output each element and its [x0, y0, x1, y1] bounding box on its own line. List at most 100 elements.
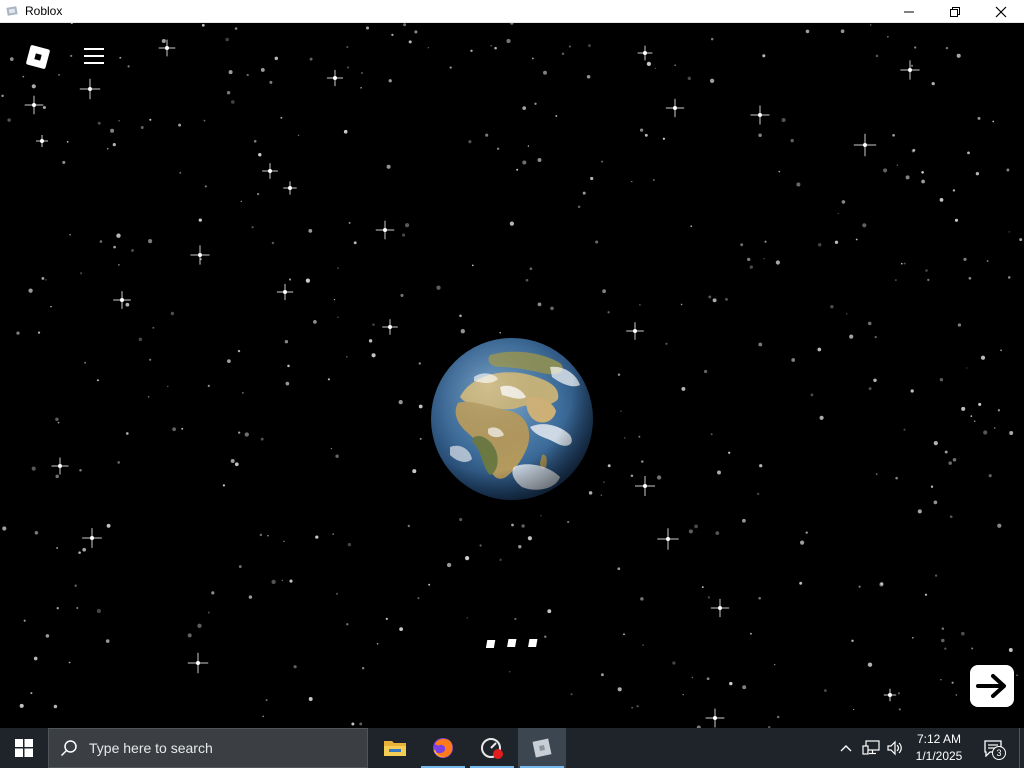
star	[577, 205, 581, 209]
star	[1007, 276, 1011, 279]
star	[509, 221, 515, 226]
star	[37, 331, 41, 334]
star	[607, 464, 611, 468]
star	[805, 29, 810, 34]
star	[988, 474, 992, 478]
star	[138, 337, 143, 342]
star	[968, 276, 972, 280]
star	[646, 61, 652, 67]
star	[895, 476, 898, 480]
star	[930, 485, 934, 488]
close-button[interactable]	[978, 0, 1024, 23]
star	[948, 461, 952, 465]
star	[460, 329, 465, 334]
minimize-button[interactable]	[886, 0, 932, 23]
star	[1008, 648, 1013, 652]
star	[582, 191, 586, 195]
star	[449, 66, 452, 69]
star	[875, 54, 879, 58]
star	[148, 239, 153, 244]
star	[428, 583, 431, 586]
star	[490, 44, 493, 47]
star	[971, 647, 974, 650]
star	[96, 379, 99, 382]
star	[534, 102, 537, 105]
star	[912, 148, 916, 152]
star	[630, 474, 634, 478]
taskbar-clock[interactable]: 7:12 AM 1/1/2025	[908, 728, 970, 768]
star	[408, 40, 412, 44]
show-hidden-icons-button[interactable]	[836, 728, 856, 768]
star	[712, 298, 717, 303]
star	[237, 349, 241, 353]
star	[79, 272, 83, 275]
restore-button[interactable]	[932, 0, 978, 23]
taskbar-search-box[interactable]: Type here to search	[48, 728, 368, 768]
star	[335, 454, 339, 458]
star	[986, 260, 989, 262]
star	[917, 509, 922, 514]
star	[225, 37, 229, 42]
star	[603, 481, 605, 483]
star	[830, 304, 834, 309]
star	[256, 192, 260, 196]
next-button[interactable]	[970, 665, 1014, 707]
star	[511, 523, 514, 527]
star	[365, 26, 370, 30]
star	[78, 551, 81, 554]
star	[418, 362, 421, 365]
star	[527, 145, 530, 147]
star	[624, 437, 626, 439]
star	[817, 347, 822, 352]
star	[388, 79, 392, 83]
star	[74, 584, 77, 587]
sparkle-core	[713, 716, 717, 720]
search-placeholder: Type here to search	[89, 740, 213, 756]
sparkle-core	[718, 606, 722, 610]
star	[858, 585, 861, 588]
network-tray-icon[interactable]	[860, 728, 882, 768]
star	[496, 147, 500, 150]
star	[728, 451, 731, 454]
window-title-bar[interactable]: Roblox	[0, 0, 1024, 23]
roblox-logo-icon[interactable]	[24, 43, 52, 71]
star	[855, 238, 858, 241]
star	[118, 264, 120, 266]
star	[70, 23, 73, 25]
firefox-icon	[433, 738, 453, 758]
star	[34, 531, 39, 535]
star	[96, 608, 102, 614]
star	[921, 170, 924, 174]
star	[260, 437, 264, 441]
action-center-button[interactable]: 3	[976, 728, 1010, 768]
star	[939, 198, 944, 202]
star	[360, 86, 362, 89]
star	[701, 586, 704, 589]
start-button[interactable]	[0, 728, 48, 768]
star	[607, 311, 610, 314]
star	[246, 73, 249, 77]
taskbar-app-firefox[interactable]	[419, 728, 467, 768]
star	[680, 303, 683, 306]
hamburger-menu-icon[interactable]	[82, 45, 106, 67]
star	[529, 267, 533, 271]
windows-logo-icon	[15, 739, 33, 757]
show-desktop-button[interactable]	[1019, 728, 1024, 768]
star	[244, 432, 249, 437]
volume-tray-icon[interactable]	[884, 728, 906, 768]
taskbar-app-speedometer[interactable]	[468, 728, 516, 768]
star	[167, 385, 169, 388]
taskbar-app-roblox[interactable]	[518, 728, 566, 768]
star	[337, 267, 339, 269]
star	[631, 180, 633, 183]
game-viewport[interactable]	[0, 23, 1024, 728]
taskbar-app-file-explorer[interactable]	[371, 728, 419, 768]
star	[914, 46, 917, 49]
star	[561, 52, 565, 56]
star	[588, 44, 591, 48]
star	[398, 399, 403, 405]
star	[343, 129, 348, 134]
star	[262, 715, 265, 718]
star	[288, 278, 292, 281]
star	[617, 687, 622, 692]
